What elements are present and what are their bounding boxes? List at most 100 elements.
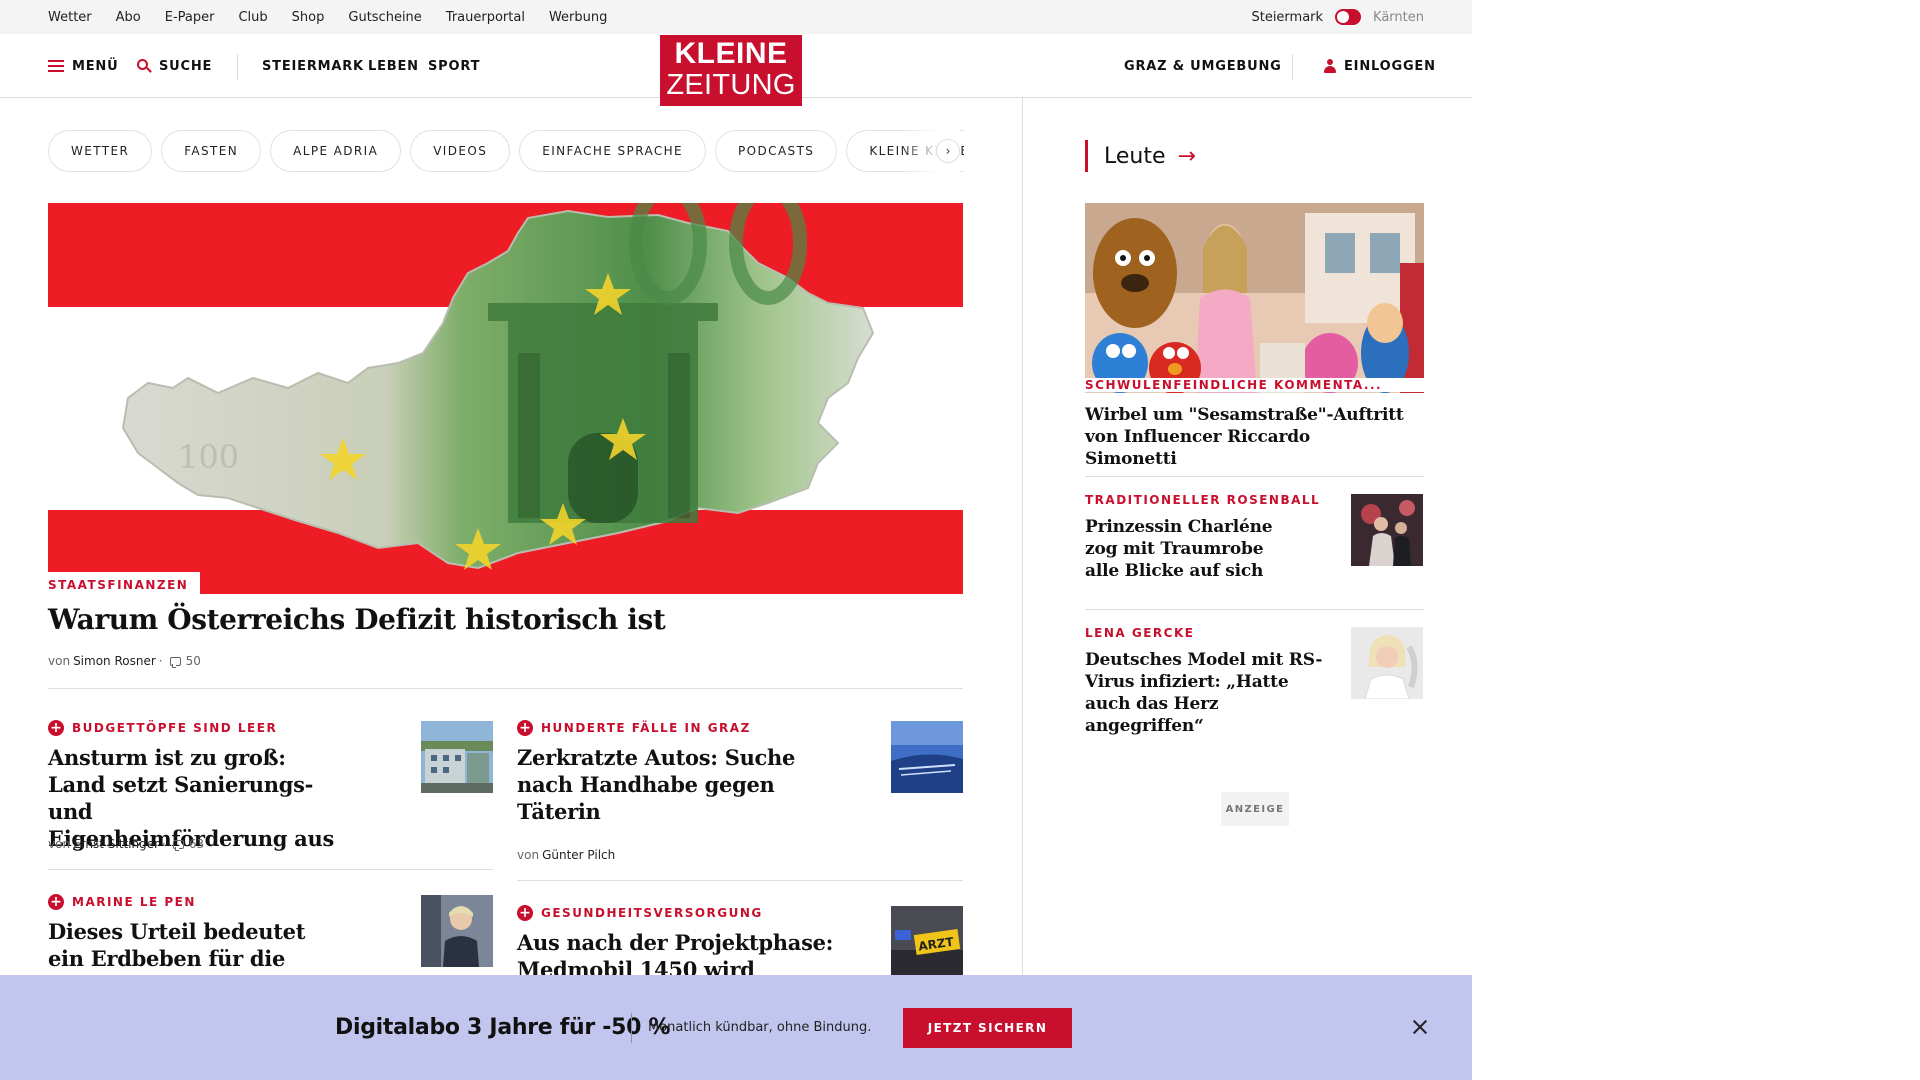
pill-wetter[interactable]: WETTER	[48, 130, 153, 172]
pills-next-button[interactable]: ›	[936, 139, 960, 163]
region-steiermark[interactable]: Steiermark	[1251, 10, 1323, 25]
section-accent-bar	[1085, 140, 1088, 172]
banner-subline: Monatlich kündbar, ohne Bindung.	[648, 1020, 872, 1035]
column-divider	[1022, 98, 1023, 978]
kicker-text[interactable]: GESUNDHEITSVERSORGUNG	[541, 906, 763, 920]
hero-divider	[48, 688, 963, 689]
utility-link-epaper[interactable]: E-Paper	[165, 10, 215, 25]
pill-videos[interactable]: VIDEOS	[410, 130, 511, 172]
sidebar-item-1-title[interactable]: Prinzessin Charléne zog mit Traumrobe al…	[1085, 516, 1275, 582]
sidebar-item-2-thumbnail[interactable]	[1351, 627, 1423, 699]
byline-prefix: von	[48, 654, 71, 668]
page: Wetter Abo E-Paper Club Shop Gutscheine …	[0, 0, 1472, 1080]
utility-link-club[interactable]: Club	[238, 10, 267, 25]
ad-label: ANZEIGE	[1221, 792, 1289, 826]
banner-divider	[631, 1013, 632, 1043]
topic-pills: WETTER FASTEN ALPE ADRIA VIDEOS EINFACHE…	[48, 130, 964, 172]
byline-prefix: von	[517, 848, 540, 862]
menu-button[interactable]: MENÜ	[48, 34, 118, 98]
jetzt-sichern-button[interactable]: JETZT SICHERN	[903, 1008, 1072, 1048]
city-building-image	[421, 721, 493, 793]
banknote-value-text: 100	[178, 438, 239, 476]
comment-icon	[169, 656, 181, 668]
article-1-title[interactable]: Ansturm ist zu groß: Land setzt Sanierun…	[48, 744, 338, 852]
utility-link-trauerportal[interactable]: Trauerportal	[446, 10, 525, 25]
region-kaernten[interactable]: Kärnten	[1373, 10, 1424, 25]
nav-leben[interactable]: LEBEN	[368, 34, 419, 98]
article-2-kicker: + HUNDERTE FÄLLE IN GRAZ	[517, 720, 751, 736]
utility-bar: Wetter Abo E-Paper Club Shop Gutscheine …	[0, 0, 1472, 34]
plus-icon: +	[48, 894, 64, 910]
article-2-thumbnail[interactable]	[891, 721, 963, 793]
sidebar-item-2-title[interactable]: Deutsches Model mit RS-Virus infiziert: …	[1085, 649, 1325, 737]
search-label: SUCHE	[159, 58, 213, 74]
hero-image[interactable]: 100	[48, 203, 963, 594]
article-1-divider	[48, 869, 493, 870]
pill-einfache-sprache[interactable]: EINFACHE SPRACHE	[519, 130, 707, 172]
chevron-right-icon: ›	[945, 144, 951, 158]
region-switch: Steiermark Kärnten	[1251, 0, 1424, 34]
sidebar-divider-2	[1085, 609, 1424, 610]
plus-icon: +	[517, 905, 533, 921]
article-4-thumbnail[interactable]: ARZT	[891, 906, 963, 978]
byline-prefix: von	[48, 837, 71, 851]
kicker-text[interactable]: BUDGETTÖPFE SIND LEER	[72, 721, 277, 735]
utility-link-shop[interactable]: Shop	[292, 10, 325, 25]
kicker-text[interactable]: MARINE LE PEN	[72, 895, 196, 909]
hero-byline: von Simon Rosner · 50	[48, 654, 201, 668]
kicker-text[interactable]: HUNDERTE FÄLLE IN GRAZ	[541, 721, 751, 735]
nav-sport[interactable]: SPORT	[428, 34, 480, 98]
austria-banknote-illustration: 100	[121, 203, 875, 570]
doctor-car-image: ARZT	[891, 906, 963, 978]
sidebar-item-2-kicker[interactable]: LENA GERCKE	[1085, 626, 1194, 640]
login-label: EINLOGGEN	[1344, 58, 1436, 74]
search-button[interactable]: SUCHE	[137, 34, 212, 98]
logo-line-2: ZEITUNG	[666, 69, 796, 101]
pill-alpe-adria[interactable]: ALPE ADRIA	[270, 130, 402, 172]
byline-author[interactable]: Simon Rosner	[73, 654, 156, 668]
article-3-title[interactable]: Dieses Urteil bedeutet ein Erdbeben für …	[48, 918, 308, 972]
user-icon	[1324, 59, 1336, 73]
sidebar-item-1-thumbnail[interactable]	[1351, 494, 1423, 566]
hamburger-icon	[48, 60, 64, 72]
banner-headline: Digitalabo 3 Jahre für -50 %	[335, 1015, 671, 1040]
hero-kicker[interactable]: STAATSFINANZEN	[48, 572, 201, 594]
utility-link-werbung[interactable]: Werbung	[549, 10, 607, 25]
utility-link-abo[interactable]: Abo	[116, 10, 141, 25]
sidebar-lead-title[interactable]: Wirbel um "Sesamstraße"-Auftritt von Inf…	[1085, 404, 1405, 470]
comment-count[interactable]: 63	[189, 837, 204, 851]
header-divider	[237, 54, 238, 80]
politician-portrait-image	[421, 895, 493, 967]
utility-link-wetter[interactable]: Wetter	[48, 10, 92, 25]
article-2-title[interactable]: Zerkratzte Autos: Suche nach Handhabe ge…	[517, 744, 857, 825]
utility-link-gutscheine[interactable]: Gutscheine	[348, 10, 421, 25]
pill-podcasts[interactable]: PODCASTS	[715, 130, 838, 172]
byline-author[interactable]: Günter Pilch	[542, 848, 615, 862]
login-button[interactable]: EINLOGGEN	[1324, 34, 1436, 98]
nav-graz-umgebung[interactable]: GRAZ & UMGEBUNG	[1124, 34, 1282, 98]
article-2-divider	[517, 880, 963, 881]
arrow-right-icon: →	[1177, 143, 1196, 169]
article-1-kicker: + BUDGETTÖPFE SIND LEER	[48, 720, 277, 736]
hero-headline[interactable]: Warum Österreichs Defizit historisch ist	[48, 602, 666, 638]
sidebar-lead-image[interactable]	[1085, 203, 1424, 393]
comment-count[interactable]: 50	[186, 654, 201, 668]
logo-line-1: KLEINE	[674, 37, 788, 70]
section-header-leute[interactable]: Leute →	[1085, 140, 1196, 172]
sidebar-item-1-kicker[interactable]: TRADITIONELLER ROSENBALL	[1085, 493, 1320, 507]
plus-icon: +	[48, 720, 64, 736]
toggle-knob	[1337, 11, 1350, 23]
menu-label: MENÜ	[72, 58, 119, 74]
sidebar-lead-kicker[interactable]: SCHWULENFEINDLICHE KOMMENTA...	[1085, 378, 1424, 392]
close-icon[interactable]	[1408, 1015, 1432, 1039]
pill-fasten[interactable]: FASTEN	[161, 130, 262, 172]
article-3-thumbnail[interactable]	[421, 895, 493, 967]
plus-icon: +	[517, 720, 533, 736]
nav-steiermark[interactable]: STEIERMARK	[262, 34, 364, 98]
article-4-kicker: + GESUNDHEITSVERSORGUNG	[517, 905, 763, 921]
kleine-zeitung-logo[interactable]: KLEINE ZEITUNG	[660, 35, 802, 106]
article-2-byline: von Günter Pilch	[517, 848, 615, 862]
region-toggle[interactable]	[1335, 9, 1362, 25]
byline-author[interactable]: Ernst Sittinger	[73, 837, 159, 851]
article-1-thumbnail[interactable]	[421, 721, 493, 793]
